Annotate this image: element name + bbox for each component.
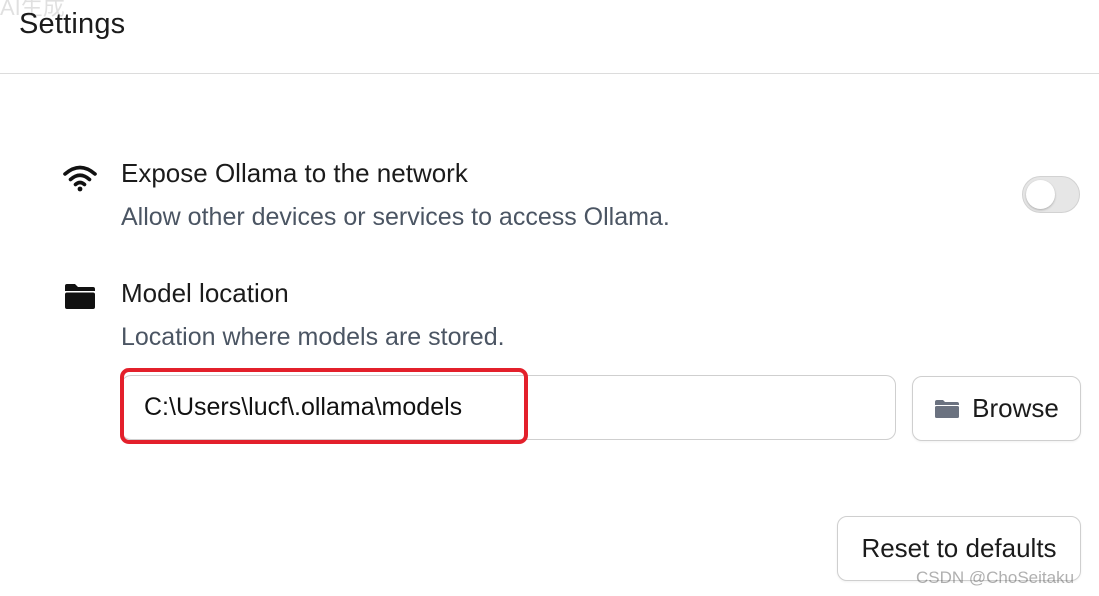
reset-to-defaults-button[interactable]: Reset to defaults [837, 516, 1081, 581]
browse-button[interactable]: Browse [912, 376, 1081, 441]
reset-button-label: Reset to defaults [861, 533, 1057, 563]
toggle-knob [1026, 180, 1055, 209]
browse-button-label: Browse [972, 393, 1059, 423]
model-location-title: Model location [121, 278, 289, 308]
folder-icon [62, 278, 98, 314]
folder-icon [934, 398, 960, 420]
network-setting-title: Expose Ollama to the network [121, 158, 468, 188]
wifi-icon [62, 160, 98, 196]
model-location-description: Location where models are stored. [121, 323, 505, 351]
settings-header: AI生成 Settings [0, 0, 1099, 74]
network-setting-description: Allow other devices or services to acces… [121, 203, 670, 231]
expose-network-toggle[interactable] [1022, 176, 1080, 213]
page-title: Settings [19, 8, 126, 40]
model-path-input[interactable] [121, 375, 896, 440]
